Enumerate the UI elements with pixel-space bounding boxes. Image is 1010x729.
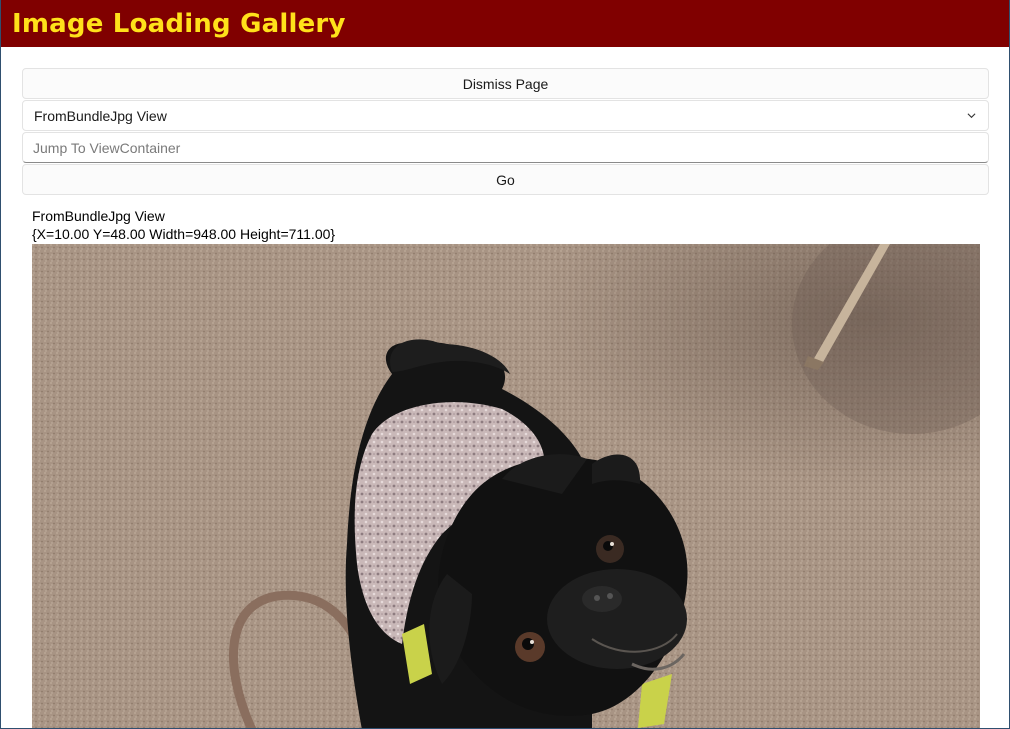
- view-picker-value: FromBundleJpg View: [34, 107, 167, 124]
- chevron-down-icon: [967, 113, 976, 119]
- page-title: Image Loading Gallery: [12, 8, 346, 39]
- view-bounds-label: {X=10.00 Y=48.00 Width=948.00 Height=711…: [32, 226, 336, 242]
- go-button[interactable]: Go: [22, 164, 989, 195]
- dismiss-page-button[interactable]: Dismiss Page: [22, 68, 989, 99]
- jump-to-viewcontainer-input[interactable]: [22, 132, 989, 163]
- dismiss-page-label: Dismiss Page: [462, 75, 549, 92]
- title-bar: Image Loading Gallery: [1, 0, 1009, 47]
- pug-photo-illustration: [32, 244, 980, 728]
- app-window: Image Loading Gallery Dismiss Page FromB…: [0, 0, 1010, 729]
- go-label: Go: [496, 171, 515, 188]
- view-name-label: FromBundleJpg View: [32, 208, 165, 224]
- dog-photo: [32, 244, 980, 728]
- view-picker[interactable]: FromBundleJpg View: [22, 100, 989, 131]
